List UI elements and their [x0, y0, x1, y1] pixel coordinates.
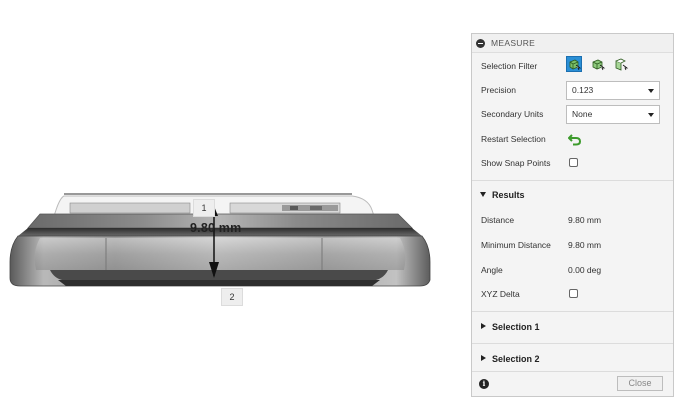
- collapsed-arrow-icon: [481, 323, 486, 329]
- results-title: Results: [492, 190, 525, 200]
- results-section-header[interactable]: Results: [472, 182, 673, 208]
- xyz-delta-checkbox[interactable]: [569, 289, 578, 298]
- selection-1-title: Selection 1: [492, 322, 540, 332]
- measure-panel: MEASURE Selection Filter Precision 0.123…: [471, 33, 674, 397]
- show-snap-points-checkbox[interactable]: [569, 158, 578, 167]
- show-snap-points-row: Show Snap Points: [472, 151, 673, 175]
- angle-label: Angle: [481, 265, 503, 275]
- selection-2-section-header[interactable]: Selection 2: [472, 346, 673, 372]
- select-edge-icon[interactable]: [613, 56, 629, 72]
- precision-value: 0.123: [572, 85, 594, 95]
- selection-2-title: Selection 2: [492, 354, 540, 364]
- 3d-viewport[interactable]: 1 2 9.80 mm: [0, 0, 468, 418]
- secondary-units-value: None: [572, 109, 593, 119]
- restart-selection-row: Restart Selection: [472, 127, 673, 151]
- top-detail-left: [69, 202, 191, 214]
- angle-value: 0.00 deg: [568, 265, 602, 275]
- secondary-units-label: Secondary Units: [481, 109, 544, 119]
- select-body-icon[interactable]: [566, 56, 582, 72]
- chevron-down-icon: [648, 88, 654, 93]
- xyz-delta-label: XYZ Delta: [481, 289, 520, 299]
- close-button[interactable]: Close: [617, 376, 663, 391]
- divider: [472, 343, 673, 344]
- restart-selection-label: Restart Selection: [481, 134, 546, 144]
- distance-value: 9.80 mm: [568, 215, 602, 225]
- selection-1-section-header[interactable]: Selection 1: [472, 314, 673, 340]
- selection-filter-label: Selection Filter: [481, 61, 538, 71]
- minimum-distance-row: Minimum Distance 9.80 mm: [472, 233, 673, 257]
- precision-label: Precision: [481, 85, 516, 95]
- chevron-down-icon: [648, 112, 654, 117]
- divider: [472, 311, 673, 312]
- panel-footer: i Close: [472, 371, 673, 396]
- panel-header[interactable]: MEASURE: [472, 34, 673, 53]
- point-label-1: 1: [193, 199, 215, 217]
- minimum-distance-label: Minimum Distance: [481, 240, 551, 250]
- point-label-2: 2: [221, 288, 243, 306]
- distance-row: Distance 9.80 mm: [472, 208, 673, 232]
- model-body[interactable]: [0, 0, 468, 418]
- secondary-units-row: Secondary Units None: [472, 102, 673, 126]
- divider: [472, 180, 673, 181]
- collapse-icon[interactable]: [476, 38, 485, 48]
- expanded-arrow-icon: [480, 192, 486, 197]
- xyz-delta-row: XYZ Delta: [472, 282, 673, 306]
- distance-label: Distance: [481, 215, 515, 225]
- precision-dropdown[interactable]: 0.123: [566, 80, 660, 100]
- dimension-value-label: 9.80 mm: [190, 221, 242, 235]
- precision-row: Precision 0.123: [472, 78, 673, 102]
- info-icon[interactable]: i: [479, 379, 489, 389]
- restart-icon[interactable]: [568, 132, 582, 146]
- panel-title: MEASURE: [491, 38, 536, 48]
- secondary-units-dropdown[interactable]: None: [566, 104, 660, 124]
- show-snap-points-label: Show Snap Points: [481, 158, 551, 168]
- minimum-distance-value: 9.80 mm: [568, 240, 602, 250]
- select-face-icon[interactable]: [590, 56, 606, 72]
- collapsed-arrow-icon: [481, 355, 486, 361]
- angle-row: Angle 0.00 deg: [472, 258, 673, 282]
